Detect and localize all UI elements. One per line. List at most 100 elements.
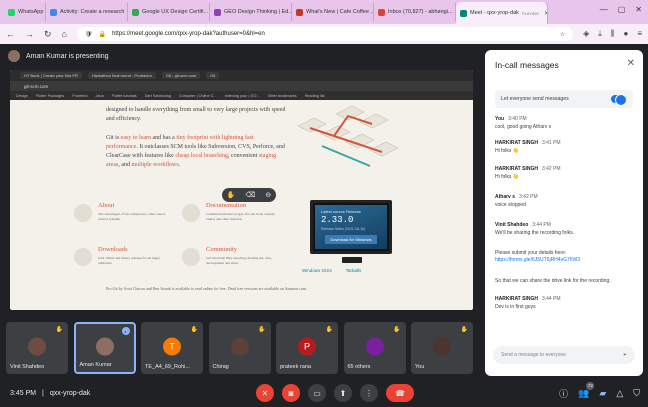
stop-share-float-icon[interactable]: ⊖ <box>265 191 271 199</box>
allow-messages-label: Let everyone send messages <box>501 96 569 102</box>
shield-icon: 🛡 <box>84 31 93 38</box>
close-window-icon[interactable]: ✕ <box>635 5 642 14</box>
present-button[interactable]: ⬆ <box>334 384 352 402</box>
participant-avatar <box>95 337 114 356</box>
chat-message: You 3:40 PM cool, good going Atharv s <box>495 116 637 131</box>
url-field[interactable]: 🛡 🔒 https://meet.google.com/qxx-yrop-dak… <box>76 27 574 41</box>
star-icon[interactable]: ☆ <box>560 31 565 38</box>
download-windows-button[interactable]: Download for Windows <box>325 235 377 244</box>
message-sender: You <box>495 116 505 122</box>
chat-message: HARKIRAT SINGH 3:41 PM Hi folks 👋 <box>495 140 637 155</box>
call-controls: ✕ ◙ ▭ ⬆ ⋮ ☎ <box>256 384 414 402</box>
git-description: Git is easy to learn and has a tiny foot… <box>106 135 285 168</box>
release-title: Latest source Release <box>321 209 361 214</box>
windows-guis-link[interactable]: Windows GUIs <box>302 268 332 273</box>
browser-tab[interactable]: Inbox (70,827) - abhangi...✕ <box>374 3 456 21</box>
presenter-text: Aman Kumar is presenting <box>26 52 109 60</box>
monitor-stand <box>342 257 362 263</box>
release-version: 2.33.0 <box>321 215 354 225</box>
pro-git-footer: Pro Git by Scott Chacon and Ben Straub i… <box>106 286 308 291</box>
mic-muted-icon: ✋ <box>393 327 401 333</box>
tab-favicon <box>8 8 15 16</box>
tab-label: What's New | Cafe Coffee ... <box>306 9 374 15</box>
chat-button[interactable]: ▰ <box>599 388 606 399</box>
presenter-banner: Aman Kumar is presenting <box>8 50 108 62</box>
mic-off-button[interactable]: ✕ <box>256 384 274 402</box>
speaking-icon: ◖ <box>121 327 130 335</box>
release-notes[interactable]: Release Notes (2021-08-16) <box>321 227 365 231</box>
send-icon[interactable]: ➤ <box>623 352 627 358</box>
forward-icon[interactable]: → <box>25 29 34 39</box>
home-icon[interactable]: ⌂ <box>62 29 67 39</box>
participant-tile[interactable]: ✋ 65 others <box>343 322 406 374</box>
form-link[interactable]: https://forms.gle/6J5UT5jRH4vG7hW3 <box>495 257 580 263</box>
message-text: Please submit your details here: <box>495 250 567 256</box>
browser-tab[interactable]: Activity: Create a research✕ <box>46 3 128 21</box>
tab-close-icon[interactable]: ✕ <box>544 10 547 17</box>
participant-name: 65 others <box>347 364 371 370</box>
mic-off-float-icon[interactable]: ✋ <box>227 191 236 199</box>
shared-bookmark: Indexing your | GO... <box>224 93 260 98</box>
participant-avatar <box>365 337 384 356</box>
tab-label: Google UX Design Certifi... <box>142 9 209 15</box>
browser-tab[interactable]: What's New | Cafe Coffee ...✕ <box>292 3 374 21</box>
window-controls: — ▢ ✕ <box>600 5 642 14</box>
camera-off-button[interactable]: ◙ <box>282 384 300 402</box>
feature-desc: Command reference pages, Pro Git book co… <box>206 212 276 221</box>
shared-tab: Git <box>206 72 220 79</box>
menu-icon[interactable]: ≡ <box>637 29 642 39</box>
minimize-icon[interactable]: — <box>600 5 608 14</box>
close-icon[interactable]: ✕ <box>627 58 635 69</box>
tab-label: Activity: Create a research <box>60 9 125 15</box>
participant-tile[interactable]: ✋ You <box>411 322 473 374</box>
book-icon <box>182 204 200 222</box>
browser-tab[interactable]: GEO Design Thinking | Ed...✕ <box>210 3 292 21</box>
feature-title: Documentation <box>206 202 247 209</box>
participant-tile[interactable]: T ✋ TE_A4_69_Rohi... <box>141 322 203 374</box>
shared-address: git-scm.com <box>10 81 473 91</box>
participant-tile[interactable]: ◖ Aman Kumar <box>73 322 136 374</box>
browser-tab[interactable]: Meet - qxx-yrop-dakPLAYING ✕ <box>456 2 548 24</box>
download-icon[interactable]: ⤓ <box>598 29 602 39</box>
tarballs-link[interactable]: Tarballs <box>346 268 362 273</box>
back-icon[interactable]: ← <box>6 29 15 39</box>
activities-button[interactable]: △ <box>616 388 623 399</box>
release-monitor: Latest source Release 2.33.0 Release Not… <box>310 200 392 254</box>
browser-tab[interactable]: WhatsApp✕ <box>4 3 46 21</box>
feature-downloads[interactable]: Downloads GUI clients and binary release… <box>74 246 174 288</box>
pocket-icon[interactable]: ◈ <box>583 29 589 39</box>
info-button[interactable]: ⓘ <box>559 387 568 400</box>
feature-community[interactable]: Community Get involved! Bug reporting, m… <box>182 246 282 288</box>
feature-about[interactable]: About The advantages of Git compared to … <box>74 202 174 244</box>
side-controls: ⓘ 👥 72 ▰ △ ⛉ <box>559 381 640 400</box>
participant-avatar: T <box>163 337 181 356</box>
allow-messages-toggle[interactable] <box>611 94 627 106</box>
shared-bookmark: Design <box>16 93 28 98</box>
more-options-button[interactable]: ⋮ <box>360 384 378 402</box>
reload-icon[interactable]: ↻ <box>44 29 52 40</box>
people-button[interactable]: 👥 72 <box>578 381 595 399</box>
host-controls-button[interactable]: ⛉ <box>633 388 640 399</box>
participant-tile[interactable]: ✋ Vinit Shahdeo <box>6 322 68 374</box>
shared-bookmark: Flutter Packages <box>35 93 65 98</box>
feature-documentation[interactable]: Documentation Command reference pages, P… <box>182 202 282 244</box>
presenter-avatar <box>8 50 20 62</box>
hide-float-icon[interactable]: ⌫ <box>245 191 255 199</box>
tab-playing-label: PLAYING <box>521 10 539 16</box>
chat-bubbles-icon <box>182 248 200 266</box>
account-icon[interactable]: ● <box>623 29 628 39</box>
chat-input[interactable]: Send a message to everyone ➤ <box>493 346 635 364</box>
chat-message: Please submit your details here: https:/… <box>495 248 637 264</box>
maximize-icon[interactable]: ▢ <box>618 5 626 14</box>
chat-message: Vinit Shahdeo 3:44 PM We'll be sharing th… <box>495 222 637 237</box>
library-icon[interactable]: ⫼ <box>611 29 615 39</box>
participant-tile[interactable]: ✋ Chirag <box>208 322 271 374</box>
meeting-info: 3:45 PM | qxx-yrop-dak <box>10 390 90 397</box>
mic-muted-icon: ✋ <box>190 327 198 333</box>
captions-button[interactable]: ▭ <box>308 384 326 402</box>
download-arrow-icon <box>74 248 92 266</box>
participant-tile[interactable]: P ✋ prateek rana <box>276 322 338 374</box>
meeting-separator: | <box>42 389 44 397</box>
browser-tab[interactable]: Google UX Design Certifi...✕ <box>128 3 210 21</box>
leave-call-button[interactable]: ☎ <box>386 384 414 402</box>
